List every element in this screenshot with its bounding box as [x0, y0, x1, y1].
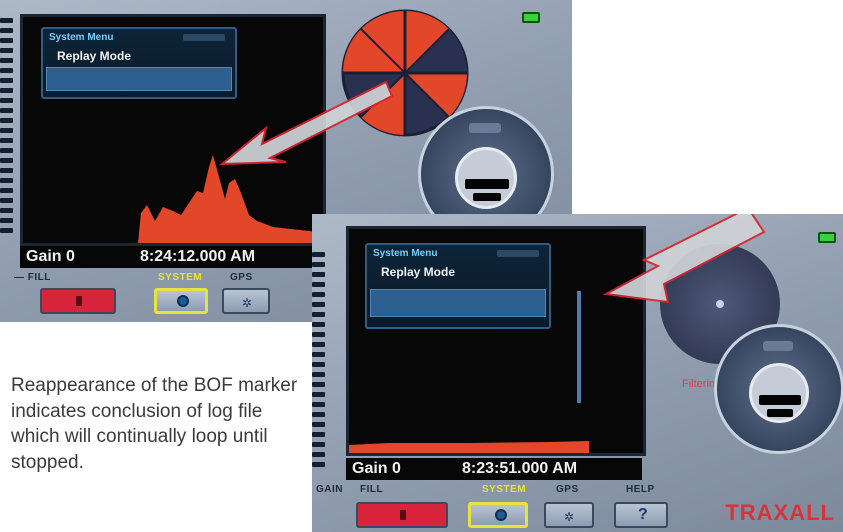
gear-icon: [177, 295, 189, 307]
brand-logo: TRAXALL: [725, 500, 835, 525]
menu-scroll-indicator: [183, 34, 225, 41]
replay-mode-item[interactable]: Replay Mode: [381, 265, 455, 279]
led-strip-left: [312, 252, 325, 472]
satellite-icon: ✲: [564, 510, 575, 524]
gps-icon: [469, 123, 501, 133]
system-menu[interactable]: System Menu Replay Mode: [365, 243, 551, 329]
gps-gauge: [714, 324, 843, 454]
arrow-annotation-2: [602, 214, 766, 304]
arrow-annotation-1: [219, 80, 394, 166]
menu-selection-highlight[interactable]: [370, 289, 546, 317]
system-label: SYSTEM: [482, 484, 527, 495]
help-label: HELP: [626, 484, 655, 495]
spectrum-trace-low: [349, 441, 589, 453]
system-button[interactable]: [154, 288, 208, 314]
gps-button[interactable]: ✲: [222, 288, 270, 314]
fill-label: FILL: [360, 484, 384, 495]
battery-icon: [522, 12, 540, 23]
gear-icon: [495, 509, 507, 521]
gps-bar-lower: [767, 409, 793, 417]
fill-label: — FILL: [14, 272, 51, 283]
system-menu-title: System Menu: [373, 248, 438, 259]
menu-scroll-indicator: [497, 250, 539, 257]
gps-bar-upper: [759, 395, 801, 405]
replay-mode-item[interactable]: Replay Mode: [57, 49, 131, 63]
gain-readout: Gain 0: [26, 248, 75, 265]
gps-label: GPS: [556, 484, 579, 495]
caption-text: Reappearance of the BOF marker indicates…: [11, 375, 298, 473]
gps-bar-lower: [473, 193, 501, 201]
gain-label: GAIN: [316, 484, 343, 495]
gps-icon: [763, 341, 793, 351]
time-readout: 8:24:12.000 AM: [140, 248, 256, 265]
gps-button[interactable]: ✲: [544, 502, 594, 528]
gps-label: GPS: [230, 272, 253, 283]
help-icon: ?: [638, 506, 648, 523]
system-label: SYSTEM: [158, 272, 203, 283]
fill-button[interactable]: [40, 288, 116, 314]
system-menu[interactable]: System Menu Replay Mode: [41, 27, 237, 99]
fill-button[interactable]: [356, 502, 448, 528]
time-readout: 8:23:51.000 AM: [462, 460, 578, 477]
device-screenshot-2: System Menu Replay Mode Filtering Gain 0…: [312, 214, 843, 532]
battery-icon: [818, 232, 836, 243]
led-strip-left: [0, 18, 13, 238]
gps-bar-upper: [465, 179, 509, 189]
status-bar: Gain 0 8:24:12.000 AM: [20, 246, 320, 268]
gain-readout: Gain 0: [352, 460, 401, 477]
bof-marker: [577, 291, 581, 403]
satellite-icon: ✲: [242, 296, 253, 310]
status-bar: Gain 0 8:23:51.000 AM: [346, 458, 642, 480]
fill-icon: [400, 510, 406, 520]
help-button[interactable]: ?: [614, 502, 668, 528]
system-button[interactable]: [468, 502, 528, 528]
menu-selection-highlight[interactable]: [46, 67, 232, 91]
fill-icon: [76, 296, 82, 306]
system-menu-title: System Menu: [49, 32, 114, 43]
